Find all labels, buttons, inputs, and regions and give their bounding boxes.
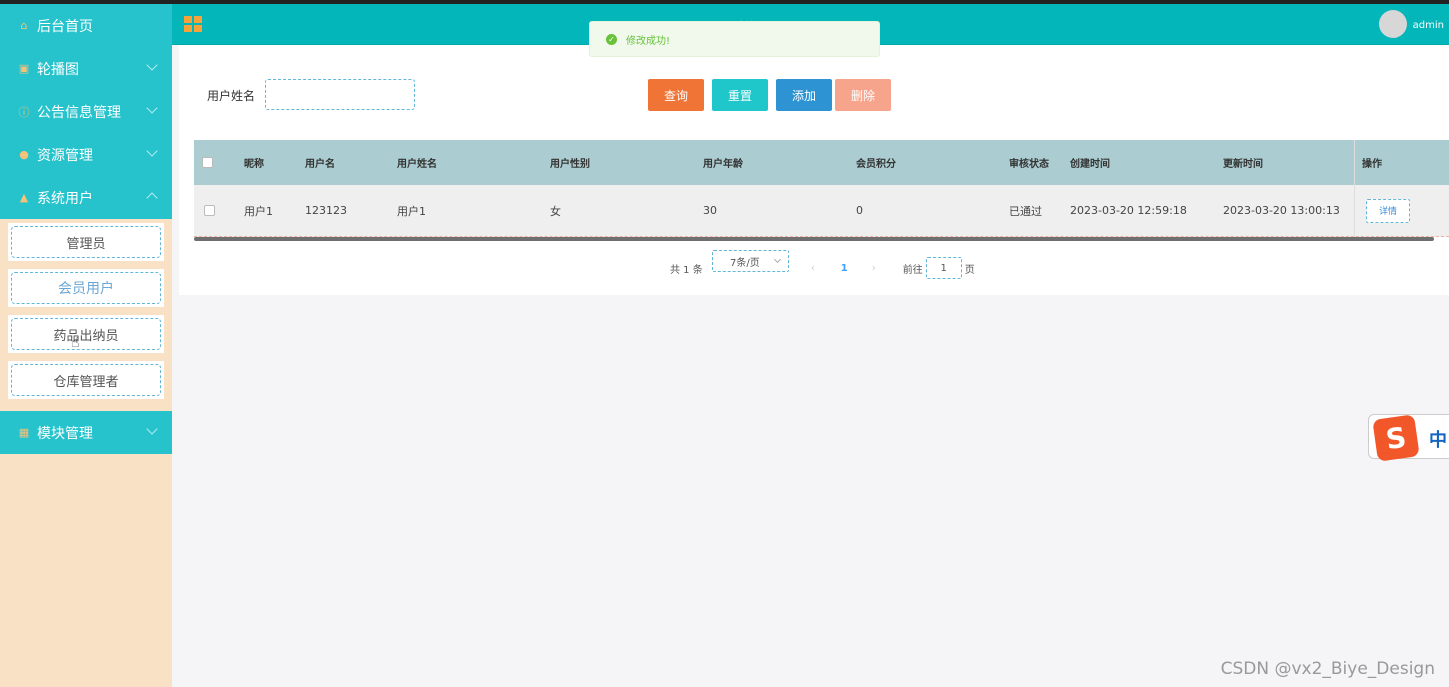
ime-mode-label: 中 bbox=[1429, 430, 1447, 451]
col-header-status[interactable]: 审核状态 bbox=[1009, 155, 1049, 170]
fixed-column-divider bbox=[1354, 140, 1355, 237]
add-button[interactable]: 添加 bbox=[776, 79, 832, 111]
col-header-updated[interactable]: 更新时间 bbox=[1223, 155, 1263, 170]
submenu-item-admin[interactable]: 管理员 bbox=[8, 223, 164, 261]
submenu-item-cashier[interactable]: 药品出纳员 bbox=[8, 315, 164, 353]
col-header-age[interactable]: 用户年龄 bbox=[703, 155, 743, 170]
search-label: 用户姓名 bbox=[207, 89, 256, 103]
table-row: 用户1 123123 用户1 女 30 0 已通过 2023-03-20 12:… bbox=[194, 185, 1449, 237]
chevron-up-icon bbox=[146, 192, 158, 204]
avatar[interactable] bbox=[1379, 10, 1407, 38]
sidebar-item-modules[interactable]: ▦ 模块管理 bbox=[0, 411, 172, 454]
col-header-nickname[interactable]: 昵称 bbox=[244, 155, 264, 170]
search-input[interactable] bbox=[265, 79, 415, 110]
submenu-item-members[interactable]: 会员用户 bbox=[8, 269, 164, 307]
chevron-down-icon bbox=[773, 255, 782, 264]
sidebar-item-label: 公告信息管理 bbox=[37, 104, 121, 121]
goto-page-input[interactable]: 1 bbox=[925, 257, 962, 279]
page-size-select[interactable]: 7条/页 bbox=[712, 250, 789, 272]
chevron-down-icon bbox=[146, 102, 158, 114]
ime-toolbar[interactable]: S 中 bbox=[1368, 414, 1449, 462]
cell-username: 123123 bbox=[305, 204, 347, 217]
sidebar-item-label: 模块管理 bbox=[37, 425, 93, 442]
grid-icon: ▦ bbox=[18, 426, 30, 439]
submenu-item-label: 管理员 bbox=[11, 226, 161, 258]
goto-suffix: 页 bbox=[964, 264, 975, 276]
reset-button[interactable]: 重置 bbox=[712, 79, 768, 111]
toast-message: 修改成功! bbox=[626, 35, 671, 47]
chevron-down-icon bbox=[146, 59, 158, 71]
col-header-name[interactable]: 用户姓名 bbox=[397, 155, 437, 170]
row-checkbox[interactable] bbox=[204, 205, 215, 216]
horizontal-scrollbar[interactable] bbox=[194, 237, 1434, 241]
home-icon: ⌂ bbox=[20, 19, 28, 32]
bulb-icon: ● bbox=[19, 148, 29, 161]
query-button[interactable]: 查询 bbox=[648, 79, 704, 111]
sidebar-item-label: 资源管理 bbox=[37, 147, 93, 164]
cell-status: 已通过 bbox=[1009, 204, 1042, 218]
user-icon: ▲ bbox=[19, 191, 29, 204]
col-header-points[interactable]: 会员积分 bbox=[856, 155, 896, 170]
check-circle-icon: ✓ bbox=[606, 33, 617, 45]
sidebar-item-system-users[interactable]: ▲ 系统用户 bbox=[0, 176, 172, 219]
goto-prefix: 前往 bbox=[902, 264, 923, 276]
col-header-username[interactable]: 用户名 bbox=[305, 155, 335, 170]
sidebar-item-resources[interactable]: ● 资源管理 bbox=[0, 133, 172, 176]
hand-cursor-icon: ☝ bbox=[71, 335, 80, 351]
next-page-icon[interactable]: › bbox=[872, 263, 876, 274]
col-header-actions: 操作 bbox=[1362, 159, 1382, 170]
main-panel: 用户姓名 查询 重置 添加 删除 昵称 用户名 用户姓名 用户性别 用户年龄 会… bbox=[179, 45, 1449, 295]
pagination: 共 1 条 7条/页 ‹ 1 › 前往 1 页 bbox=[670, 250, 975, 279]
submenu-system-users: 管理员 会员用户 药品出纳员 仓库管理者 bbox=[0, 219, 172, 411]
sidebar-item-label: 后台首页 bbox=[37, 18, 93, 35]
sidebar-item-home[interactable]: ⌂ 后台首页 bbox=[0, 4, 172, 47]
submenu-item-label: 仓库管理者 bbox=[11, 364, 161, 396]
submenu-item-label: 药品出纳员 bbox=[11, 318, 161, 350]
sidebar-item-notices[interactable]: ⓘ 公告信息管理 bbox=[0, 90, 172, 133]
info-icon: ⓘ bbox=[18, 105, 30, 119]
delete-button[interactable]: 删除 bbox=[835, 79, 891, 111]
sidebar-item-label: 轮播图 bbox=[37, 61, 79, 78]
image-icon: ▣ bbox=[18, 62, 30, 75]
watermark: CSDN @vx2_Biye_Design bbox=[1220, 659, 1435, 679]
detail-button[interactable]: 详情 bbox=[1366, 198, 1410, 223]
table-header-row: 昵称 用户名 用户姓名 用户性别 用户年龄 会员积分 审核状态 创建时间 更新时… bbox=[194, 140, 1449, 185]
col-header-created[interactable]: 创建时间 bbox=[1070, 155, 1110, 170]
sogou-logo-icon: S bbox=[1372, 414, 1420, 462]
cell-nickname: 用户1 bbox=[244, 204, 273, 218]
cell-age: 30 bbox=[703, 204, 717, 217]
sidebar: ⌂ 后台首页 ▣ 轮播图 ⓘ 公告信息管理 ● 资源管理 ▲ 系统用户 管理员 … bbox=[0, 4, 172, 687]
page-size-value: 7条/页 bbox=[730, 257, 760, 269]
cell-points: 0 bbox=[856, 204, 863, 217]
submenu-item-warehouse[interactable]: 仓库管理者 bbox=[8, 361, 164, 399]
col-header-gender[interactable]: 用户性别 bbox=[550, 155, 590, 170]
success-toast: ✓ 修改成功! bbox=[589, 21, 880, 57]
pagination-total: 共 1 条 bbox=[670, 264, 703, 276]
select-all-checkbox[interactable] bbox=[202, 157, 213, 168]
cell-gender: 女 bbox=[550, 204, 561, 218]
submenu-item-label: 会员用户 bbox=[11, 272, 161, 304]
users-table: 昵称 用户名 用户姓名 用户性别 用户年龄 会员积分 审核状态 创建时间 更新时… bbox=[194, 140, 1449, 241]
page-number-current[interactable]: 1 bbox=[841, 263, 848, 274]
cell-created: 2023-03-20 12:59:18 bbox=[1070, 204, 1187, 217]
chevron-down-icon bbox=[146, 145, 158, 157]
sidebar-item-carousel[interactable]: ▣ 轮播图 bbox=[0, 47, 172, 90]
prev-page-icon[interactable]: ‹ bbox=[811, 263, 815, 274]
sidebar-item-label: 系统用户 bbox=[37, 190, 93, 207]
menu-toggle-icon[interactable] bbox=[184, 16, 202, 32]
cell-updated: 2023-03-20 13:00:13 bbox=[1223, 204, 1340, 217]
username[interactable]: admin bbox=[1413, 20, 1444, 31]
cell-name: 用户1 bbox=[397, 204, 426, 218]
chevron-down-icon bbox=[146, 423, 158, 435]
